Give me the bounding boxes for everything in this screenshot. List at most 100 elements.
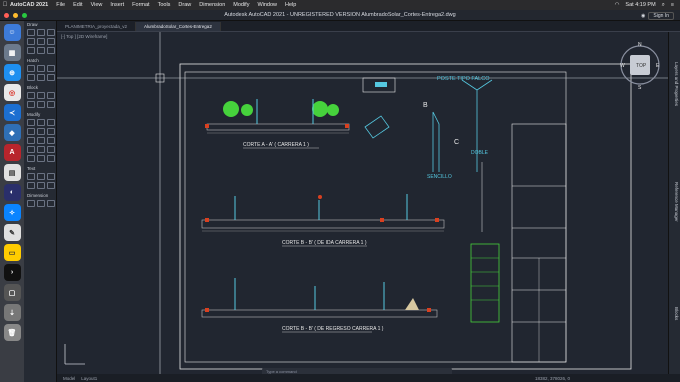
notes-icon[interactable]: ✎ (3, 224, 21, 241)
explode-tool-icon[interactable] (47, 146, 55, 153)
table-tool-icon[interactable] (47, 173, 55, 180)
compass-west[interactable]: W (620, 63, 625, 69)
palette-section-block[interactable]: Block (24, 84, 56, 91)
insert-block-icon[interactable] (27, 92, 35, 99)
menu-format[interactable]: Format (132, 2, 149, 8)
news-icon[interactable]: ◐ (3, 184, 21, 201)
wifi-icon[interactable]: ◠ (615, 2, 620, 8)
move-tool-icon[interactable] (27, 119, 35, 126)
palette-section-draw[interactable]: Draw (24, 21, 56, 28)
viewport-controls[interactable]: [-] Top ] [2D Wireframe] (61, 34, 107, 39)
copy-tool-icon[interactable] (37, 119, 45, 126)
trim-tool-icon[interactable] (27, 137, 35, 144)
text-tool-icon[interactable] (37, 173, 45, 180)
base-point-icon[interactable] (47, 101, 55, 108)
control-center-icon[interactable]: ≡ (671, 2, 674, 8)
palette-section-hatch[interactable]: Hatch (24, 57, 56, 64)
hatch-tool-icon[interactable] (27, 65, 35, 72)
region-tool-icon[interactable] (27, 74, 35, 81)
field-tool-icon[interactable] (27, 182, 35, 189)
drawing-canvas[interactable]: CORTE A - A' ( CARRERA 1 ) CORTE B - B' … (57, 32, 668, 374)
create-block-icon[interactable] (37, 92, 45, 99)
menu-insert[interactable]: Insert (110, 2, 124, 8)
viewcube[interactable]: TOP N S W E (620, 42, 660, 91)
find-tool-icon[interactable] (47, 182, 55, 189)
offset-tool-icon[interactable] (27, 146, 35, 153)
stickies-icon[interactable]: ▭ (3, 244, 21, 261)
palette-section-dimension[interactable]: Dimension (24, 192, 56, 199)
compass-north[interactable]: N (638, 42, 642, 48)
linear-dim-icon[interactable] (27, 200, 35, 207)
downloads-icon[interactable]: ⇣ (3, 304, 21, 321)
mirror-tool-icon[interactable] (27, 128, 35, 135)
menu-file[interactable]: File (56, 2, 65, 8)
vscode-icon[interactable]: ≺ (3, 104, 21, 121)
revcloud-tool-icon[interactable] (47, 74, 55, 81)
clock[interactable]: Sat 4:19 PM (625, 2, 655, 8)
tab-layout1[interactable]: Layout1 (81, 376, 97, 381)
tab-blocks[interactable]: Blocks (674, 307, 679, 320)
boundary-tool-icon[interactable] (47, 65, 55, 72)
spline-tool-icon[interactable] (37, 47, 45, 54)
scale-tool-icon[interactable] (37, 128, 45, 135)
app-menu[interactable]: AutoCAD 2021 (10, 2, 48, 8)
palette-section-modify[interactable]: Modify (24, 111, 56, 118)
sign-in[interactable]: ◉ Sign In (641, 12, 674, 20)
circle-tool-icon[interactable] (47, 29, 55, 36)
edit-block-icon[interactable] (47, 92, 55, 99)
aligned-dim-icon[interactable] (37, 200, 45, 207)
polygon-tool-icon[interactable] (47, 38, 55, 45)
autocad-icon[interactable]: A (3, 144, 21, 161)
screenshot-icon[interactable]: ▢ (3, 284, 21, 301)
apple-icon[interactable]:  (0, 2, 10, 8)
point-tool-icon[interactable] (47, 47, 55, 54)
spell-tool-icon[interactable] (37, 182, 45, 189)
polyline-tool-icon[interactable] (37, 29, 45, 36)
drawing-viewport[interactable]: CORTE A - A' ( CARRERA 1 ) CORTE B - B' … (57, 32, 668, 374)
attribute-icon[interactable] (27, 101, 35, 108)
array-tool-icon[interactable] (37, 146, 45, 153)
menu-view[interactable]: View (91, 2, 103, 8)
tab-alumbrado[interactable]: AlumbradoSolar_Cortes-Entrega2 (136, 22, 221, 31)
rotate-tool-icon[interactable] (47, 119, 55, 126)
menu-modify[interactable]: Modify (233, 2, 249, 8)
sketchup-icon[interactable]: ◆ (3, 124, 21, 141)
tab-model[interactable]: Model (63, 376, 75, 381)
trash-icon[interactable]: 🗑 (3, 324, 21, 341)
rectangle-tool-icon[interactable] (37, 38, 45, 45)
menu-dimension[interactable]: Dimension (199, 2, 225, 8)
extend-tool-icon[interactable] (37, 137, 45, 144)
fillet-tool-icon[interactable] (47, 137, 55, 144)
safari-icon[interactable]: ⊕ (3, 64, 21, 81)
arc-tool-icon[interactable] (27, 38, 35, 45)
radius-dim-icon[interactable] (47, 200, 55, 207)
terminal-icon[interactable]: › (3, 264, 21, 281)
break-tool-icon[interactable] (47, 155, 55, 162)
search-icon[interactable]: ⌕ (662, 2, 665, 9)
write-block-icon[interactable] (37, 101, 45, 108)
compass-south[interactable]: S (638, 85, 642, 91)
join-tool-icon[interactable] (37, 155, 45, 162)
app-store-icon[interactable]: ✧ (3, 204, 21, 221)
wipeout-tool-icon[interactable] (37, 74, 45, 81)
line-tool-icon[interactable] (27, 29, 35, 36)
chrome-icon[interactable]: ◎ (3, 84, 21, 101)
stretch-tool-icon[interactable] (47, 128, 55, 135)
sign-in-button[interactable]: Sign In (648, 12, 674, 20)
finder-icon[interactable]: ☺ (3, 24, 21, 41)
menu-edit[interactable]: Edit (73, 2, 82, 8)
gradient-tool-icon[interactable] (37, 65, 45, 72)
erase-tool-icon[interactable] (27, 155, 35, 162)
tab-layers-properties[interactable]: Layers and Properties (674, 62, 679, 106)
menu-window[interactable]: Window (257, 2, 277, 8)
menu-draw[interactable]: Draw (178, 2, 191, 8)
ellipse-tool-icon[interactable] (27, 47, 35, 54)
palette-section-text[interactable]: Text (24, 165, 56, 172)
mtext-tool-icon[interactable] (27, 173, 35, 180)
preview-icon[interactable]: ▤ (3, 164, 21, 181)
tab-reference-manager[interactable]: Reference Manager (674, 182, 679, 222)
tab-planimetria[interactable]: PLANIMETRIA_proyectada_v2 (57, 22, 137, 31)
menu-tools[interactable]: Tools (158, 2, 171, 8)
launchpad-icon[interactable]: ▦ (3, 44, 21, 61)
menu-help[interactable]: Help (285, 2, 296, 8)
